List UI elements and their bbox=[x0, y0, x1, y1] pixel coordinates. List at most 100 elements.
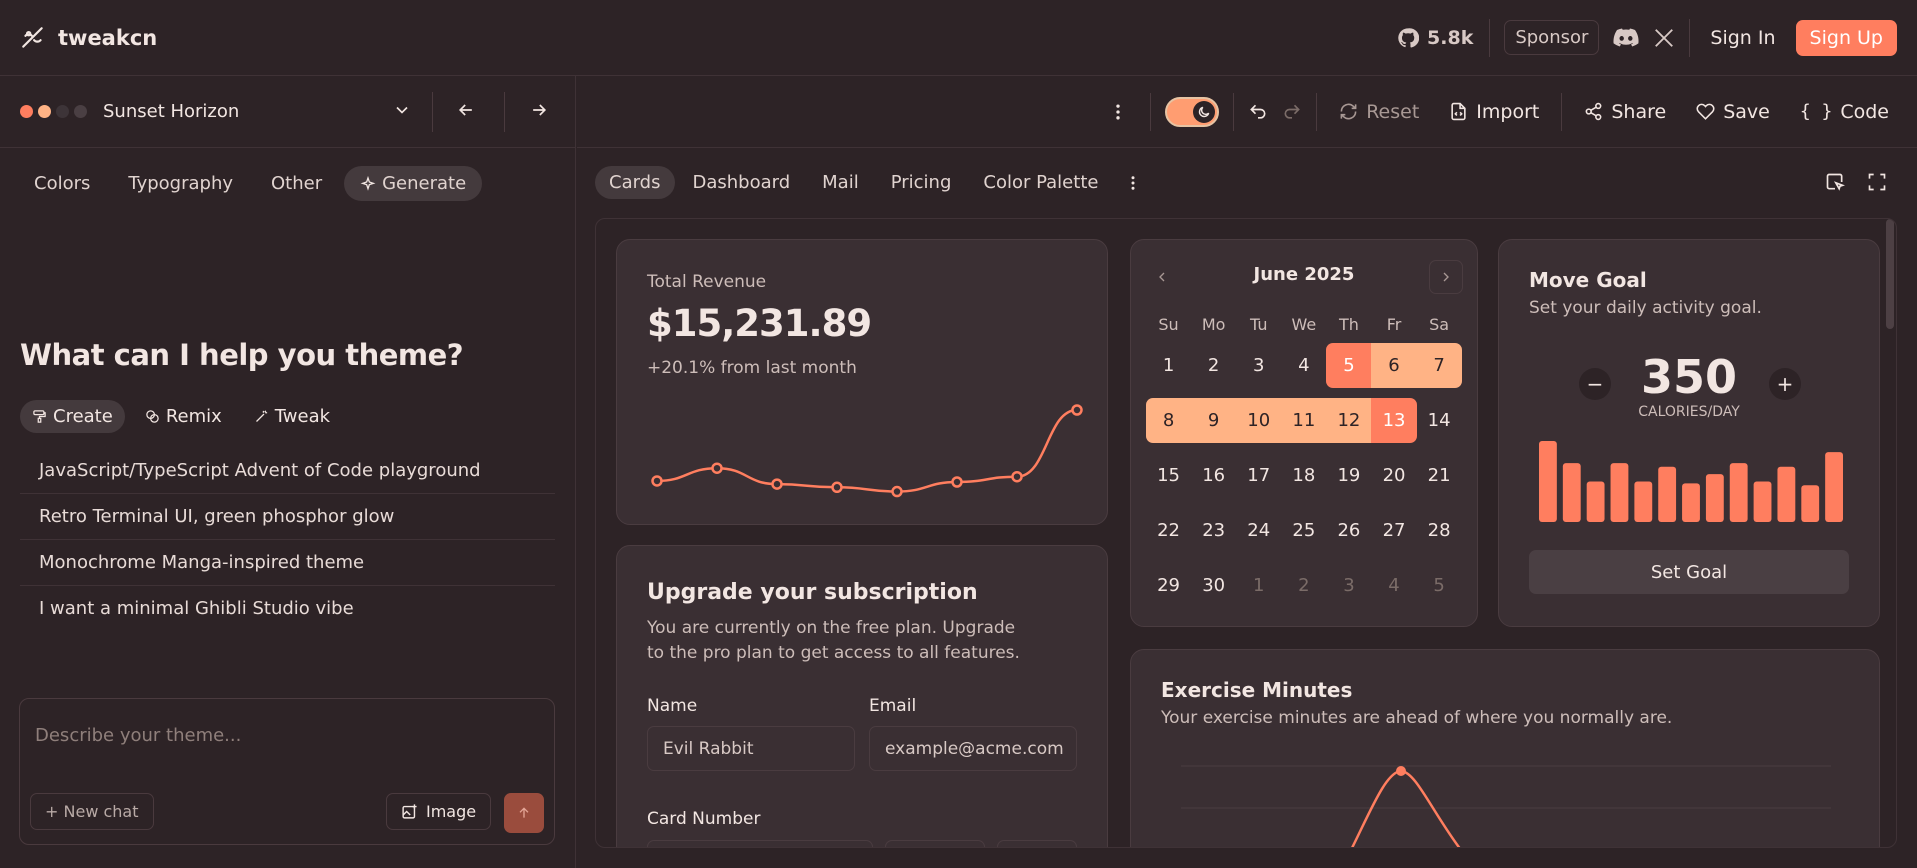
share-button[interactable]: Share bbox=[1576, 97, 1674, 127]
sign-up-button[interactable]: Sign Up bbox=[1795, 19, 1897, 56]
card-number-field[interactable] bbox=[647, 840, 873, 847]
discord-icon[interactable] bbox=[1613, 27, 1639, 49]
x-twitter-icon[interactable] bbox=[1653, 27, 1675, 49]
goal-bar bbox=[1729, 463, 1748, 522]
calendar-day[interactable]: 22 bbox=[1146, 508, 1191, 553]
calendar-day[interactable]: 3 bbox=[1236, 343, 1281, 388]
tab-typography[interactable]: Typography bbox=[112, 166, 249, 201]
mode-tweak[interactable]: Tweak bbox=[242, 400, 342, 433]
tab-colors[interactable]: Colors bbox=[18, 166, 106, 201]
sign-in-button[interactable]: Sign In bbox=[1704, 27, 1781, 49]
calendar-day[interactable]: 15 bbox=[1146, 453, 1191, 498]
calendar-day[interactable]: 2 bbox=[1191, 343, 1236, 388]
calendar-day[interactable]: 5 bbox=[1417, 563, 1462, 608]
calendar-day[interactable]: 27 bbox=[1371, 508, 1416, 553]
scrollbar[interactable] bbox=[1886, 219, 1894, 329]
calendar-day[interactable]: 16 bbox=[1191, 453, 1236, 498]
calendar-day[interactable]: 20 bbox=[1371, 453, 1416, 498]
calendar-day[interactable]: 5 bbox=[1326, 343, 1372, 388]
tab-dashboard[interactable]: Dashboard bbox=[679, 166, 805, 199]
calendar-day[interactable]: 29 bbox=[1146, 563, 1191, 608]
chevron-down-icon[interactable] bbox=[392, 100, 412, 120]
calendar-week: 15 16 17 18 19 20 21 bbox=[1146, 448, 1462, 503]
import-button[interactable]: Import bbox=[1441, 97, 1547, 127]
logo[interactable]: tweakcn bbox=[20, 25, 157, 51]
calendar-day[interactable]: 21 bbox=[1417, 453, 1462, 498]
calendar-day[interactable]: 1 bbox=[1236, 563, 1281, 608]
calendar-day[interactable]: 13 bbox=[1371, 398, 1417, 443]
calendar-day[interactable]: 4 bbox=[1371, 563, 1416, 608]
revenue-title: Total Revenue bbox=[647, 272, 767, 292]
calendar-day[interactable]: 11 bbox=[1281, 398, 1327, 443]
calendar-day[interactable]: 8 bbox=[1146, 398, 1192, 443]
calendar-day[interactable]: 28 bbox=[1417, 508, 1462, 553]
next-theme-arrow-icon[interactable] bbox=[529, 100, 549, 120]
increase-button[interactable]: + bbox=[1769, 368, 1801, 400]
suggestion-item[interactable]: I want a minimal Ghibli Studio vibe bbox=[20, 586, 555, 631]
github-stars-link[interactable]: 5.8k bbox=[1397, 18, 1491, 57]
prompt-placeholder[interactable]: Describe your theme... bbox=[35, 725, 241, 746]
weekday-header: Su Mo Tu We Th Fr Sa bbox=[1146, 310, 1462, 338]
suggestion-item[interactable]: Retro Terminal UI, green phosphor glow bbox=[20, 494, 555, 540]
paint-roller-icon bbox=[32, 409, 47, 424]
calendar-day[interactable]: 23 bbox=[1191, 508, 1236, 553]
set-goal-button[interactable]: Set Goal bbox=[1529, 550, 1849, 594]
suggestion-item[interactable]: JavaScript/TypeScript Advent of Code pla… bbox=[20, 448, 555, 494]
send-button[interactable] bbox=[504, 793, 544, 833]
tab-mail[interactable]: Mail bbox=[808, 166, 873, 199]
more-vertical-icon[interactable] bbox=[1124, 174, 1142, 192]
prompt-input-box[interactable]: Describe your theme... + New chat Image bbox=[19, 698, 555, 845]
calendar-day[interactable]: 19 bbox=[1326, 453, 1371, 498]
mode-create-label: Create bbox=[53, 406, 113, 427]
mode-create[interactable]: Create bbox=[20, 400, 125, 433]
tab-generate[interactable]: Generate bbox=[344, 166, 483, 201]
calendar-day[interactable]: 30 bbox=[1191, 563, 1236, 608]
tab-color-palette[interactable]: Color Palette bbox=[969, 166, 1112, 199]
inspector-icon[interactable] bbox=[1825, 172, 1845, 192]
calendar-day[interactable]: 14 bbox=[1417, 398, 1462, 443]
sparkline-point bbox=[651, 475, 663, 487]
calendar-day[interactable]: 26 bbox=[1326, 508, 1371, 553]
braces-icon: { } bbox=[1799, 101, 1833, 122]
sponsor-button[interactable]: Sponsor bbox=[1504, 20, 1600, 55]
tab-cards[interactable]: Cards bbox=[595, 166, 675, 199]
calendar-day[interactable]: 18 bbox=[1281, 453, 1326, 498]
save-button[interactable]: Save bbox=[1688, 97, 1778, 127]
new-chat-button[interactable]: + New chat bbox=[30, 793, 154, 830]
calendar-day[interactable]: 17 bbox=[1236, 453, 1281, 498]
calendar-day[interactable]: 12 bbox=[1326, 398, 1372, 443]
mode-remix[interactable]: Remix bbox=[133, 400, 234, 433]
calendar-day[interactable]: 6 bbox=[1371, 343, 1417, 388]
revenue-amount: $15,231.89 bbox=[647, 302, 872, 345]
reset-button[interactable]: Reset bbox=[1331, 97, 1427, 127]
suggestion-item[interactable]: Monochrome Manga-inspired theme bbox=[20, 540, 555, 586]
card-cvc-field[interactable] bbox=[997, 840, 1077, 847]
chevron-right-icon[interactable] bbox=[1429, 260, 1463, 294]
calendar-day[interactable]: 7 bbox=[1416, 343, 1462, 388]
card-expiry-field[interactable] bbox=[885, 840, 985, 847]
name-field[interactable]: Evil Rabbit bbox=[647, 726, 855, 771]
undo-icon[interactable] bbox=[1248, 102, 1268, 122]
calendar-week: 22 23 24 25 26 27 28 bbox=[1146, 503, 1462, 558]
redo-icon[interactable] bbox=[1282, 102, 1302, 122]
calendar-day[interactable]: 9 bbox=[1191, 398, 1237, 443]
fullscreen-icon[interactable] bbox=[1867, 172, 1887, 192]
calendar-day[interactable]: 24 bbox=[1236, 508, 1281, 553]
tab-other[interactable]: Other bbox=[255, 166, 338, 201]
theme-name[interactable]: Sunset Horizon bbox=[103, 101, 239, 122]
code-button[interactable]: { } Code bbox=[1792, 97, 1897, 127]
calendar-day[interactable]: 25 bbox=[1281, 508, 1326, 553]
image-upload-button[interactable]: Image bbox=[386, 793, 492, 830]
more-vertical-icon[interactable] bbox=[1108, 102, 1128, 122]
calendar-day[interactable]: 2 bbox=[1281, 563, 1326, 608]
email-field[interactable]: example@acme.com bbox=[869, 726, 1077, 771]
tab-pricing[interactable]: Pricing bbox=[877, 166, 966, 199]
calendar-day[interactable]: 1 bbox=[1146, 343, 1191, 388]
calendar-day[interactable]: 3 bbox=[1326, 563, 1371, 608]
calendar-day[interactable]: 4 bbox=[1281, 343, 1326, 388]
previous-theme-arrow-icon[interactable] bbox=[456, 100, 476, 120]
goal-bar bbox=[1634, 481, 1653, 522]
calendar-day[interactable]: 10 bbox=[1236, 398, 1282, 443]
dark-mode-toggle[interactable] bbox=[1165, 96, 1220, 127]
revenue-sparkline bbox=[651, 404, 1083, 498]
